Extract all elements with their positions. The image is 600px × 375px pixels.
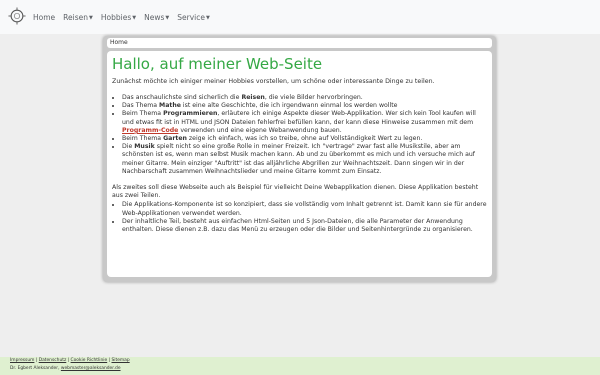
list-item: Die Applikations-Komponente ist so konzi…: [122, 201, 487, 217]
content-panel: Home Hallo, auf meiner Web-Seite Zunächs…: [103, 36, 496, 282]
impressum-link[interactable]: Impressum: [10, 358, 34, 363]
second-paragraph: Als zweites soll diese Webseite auch als…: [112, 184, 479, 200]
footer-links: Impressum | Datenschutz | Cookie Richtli…: [10, 358, 130, 363]
programm-code-link[interactable]: Programm-Code: [122, 127, 178, 134]
list-item: Die Musik spielt nicht so eine große Rol…: [122, 143, 487, 176]
intro-text: Zunächst möchte ich einiger meiner Hobbi…: [112, 78, 435, 85]
sitemap-link[interactable]: Sitemap: [111, 358, 129, 363]
footer: Impressum | Datenschutz | Cookie Richtli…: [0, 357, 600, 375]
nav-item-hobbies[interactable]: Hobbies▼: [101, 13, 136, 22]
datenschutz-link[interactable]: Datenschutz: [39, 358, 67, 363]
caret-down-icon: ▼: [89, 14, 93, 21]
application-list: Die Applikations-Komponente ist so konzi…: [112, 201, 487, 234]
nav-item-service[interactable]: Service▼: [177, 13, 210, 22]
nav-item-home[interactable]: Home: [33, 13, 55, 22]
crosshair-target-icon[interactable]: [8, 7, 26, 25]
top-navbar: Home Reisen▼ Hobbies▼ News▼ Service▼: [0, 0, 600, 34]
caret-down-icon: ▼: [165, 14, 170, 21]
email-link[interactable]: webmaster@aleksander.de: [61, 366, 121, 371]
nav-item-news[interactable]: News▼: [144, 13, 169, 22]
list-item: Das anschaulichste sind sicherlich die R…: [122, 94, 487, 102]
cookie-richtlinie-link[interactable]: Cookie Richtlinie: [71, 358, 108, 363]
list-item: Beim Thema Programmieren, erläutere ich …: [122, 110, 487, 135]
caret-down-icon: ▼: [132, 14, 137, 21]
page-title: Hallo, auf meiner Web-Seite: [112, 55, 323, 73]
nav-item-reisen[interactable]: Reisen▼: [63, 13, 93, 22]
caret-down-icon: ▼: [205, 14, 210, 21]
list-item: Das Thema Mathe ist eine alte Geschichte…: [122, 102, 487, 110]
hobbies-list: Das anschaulichste sind sicherlich die R…: [112, 94, 487, 176]
breadcrumb: Home: [107, 38, 492, 48]
footer-author: Dr. Egbert Aleksander, webmaster@aleksan…: [10, 366, 121, 371]
list-item: Beim Thema Garten zeige ich einfach, was…: [122, 135, 487, 143]
content-area: Hallo, auf meiner Web-Seite Zunächst möc…: [107, 51, 492, 277]
list-item: Der inhaltliche Teil, besteht aus einfac…: [122, 218, 487, 234]
